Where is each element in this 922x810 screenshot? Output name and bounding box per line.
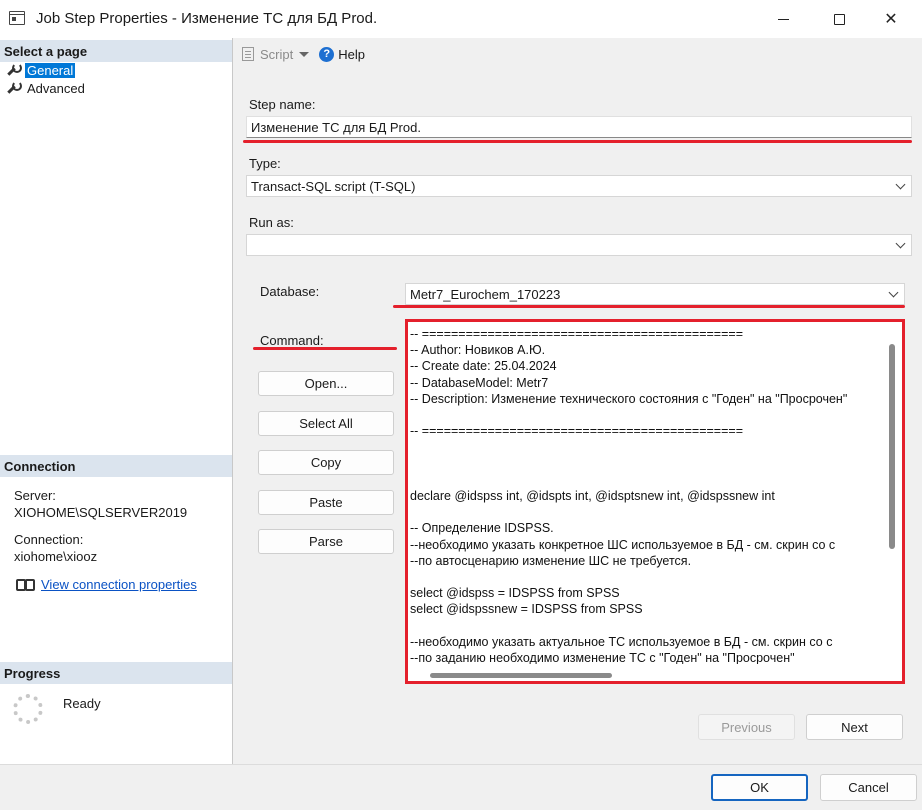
server-label: Server: xyxy=(14,488,56,503)
highlight-underline xyxy=(243,140,912,143)
title-bar: Job Step Properties - Изменение ТС для Б… xyxy=(0,0,922,38)
open-button[interactable]: Open... xyxy=(258,371,394,396)
select-page-header: Select a page xyxy=(0,40,232,62)
maximize-button[interactable] xyxy=(816,0,862,38)
ok-button[interactable]: OK xyxy=(711,774,808,801)
previous-button[interactable]: Previous xyxy=(698,714,795,740)
next-button[interactable]: Next xyxy=(806,714,903,740)
connection-icon xyxy=(14,576,35,592)
parse-button[interactable]: Parse xyxy=(258,529,394,554)
progress-spinner-icon xyxy=(13,694,43,724)
type-label: Type: xyxy=(249,156,281,171)
help-label: Help xyxy=(338,46,365,62)
server-value: XIOHOME\SQLSERVER2019 xyxy=(14,505,188,520)
cancel-button[interactable]: Cancel xyxy=(820,774,917,801)
page-item-advanced[interactable]: Advanced xyxy=(6,80,87,96)
page-item-label: General xyxy=(25,62,76,78)
close-icon: ✕ xyxy=(884,11,898,28)
chevron-down-icon xyxy=(299,51,310,57)
paste-button[interactable]: Paste xyxy=(258,490,394,515)
vertical-scrollbar[interactable] xyxy=(889,344,895,549)
page-item-label: Advanced xyxy=(27,80,85,96)
highlight-underline xyxy=(253,347,397,350)
connection-label: Connection: xyxy=(14,532,84,547)
view-connection-properties-label: View connection properties xyxy=(41,576,197,592)
script-label: Script xyxy=(260,46,294,62)
type-select[interactable]: Transact-SQL script (T-SQL) xyxy=(246,175,912,197)
chevron-down-icon xyxy=(895,238,906,249)
command-text: -- =====================================… xyxy=(410,327,848,664)
window-title: Job Step Properties - Изменение ТС для Б… xyxy=(36,10,378,27)
minimize-button[interactable] xyxy=(760,0,806,38)
connection-header: Connection xyxy=(0,455,232,477)
maximize-icon xyxy=(833,13,845,25)
view-connection-properties-link[interactable]: View connection properties xyxy=(14,576,197,592)
run-as-select[interactable] xyxy=(246,234,912,256)
script-icon xyxy=(242,47,254,61)
highlight-underline xyxy=(393,305,905,308)
database-value: Metr7_Eurochem_170223 xyxy=(410,287,561,302)
command-textarea[interactable]: -- =====================================… xyxy=(405,319,905,684)
step-name-input[interactable]: Изменение ТС для БД Prod. xyxy=(246,116,912,138)
wrench-icon xyxy=(6,63,22,77)
database-label: Database: xyxy=(260,284,320,299)
type-value: Transact-SQL script (T-SQL) xyxy=(251,179,416,194)
connection-value: xiohome\xiooz xyxy=(14,549,98,564)
chevron-down-icon xyxy=(895,179,906,190)
script-button[interactable]: Script xyxy=(242,46,310,62)
toolbar: Script ? Help xyxy=(234,38,922,70)
progress-header: Progress xyxy=(0,662,232,684)
copy-button[interactable]: Copy xyxy=(258,450,394,475)
app-icon xyxy=(9,11,25,25)
close-button[interactable]: ✕ xyxy=(868,0,914,38)
select-all-button[interactable]: Select All xyxy=(258,411,394,436)
page-item-general[interactable]: General xyxy=(6,62,76,78)
step-name-label: Step name: xyxy=(249,97,316,112)
database-select[interactable]: Metr7_Eurochem_170223 xyxy=(405,283,905,305)
command-label: Command: xyxy=(260,333,324,348)
run-as-label: Run as: xyxy=(249,215,294,230)
help-icon: ? xyxy=(319,46,335,62)
horizontal-scrollbar[interactable] xyxy=(430,673,612,678)
help-button[interactable]: ? Help xyxy=(319,46,365,62)
minimize-icon xyxy=(777,18,789,20)
progress-status: Ready xyxy=(63,696,101,711)
left-panel: Select a page General Advanced Connectio… xyxy=(0,38,233,764)
chevron-down-icon xyxy=(888,287,899,298)
wrench-icon xyxy=(6,81,22,95)
